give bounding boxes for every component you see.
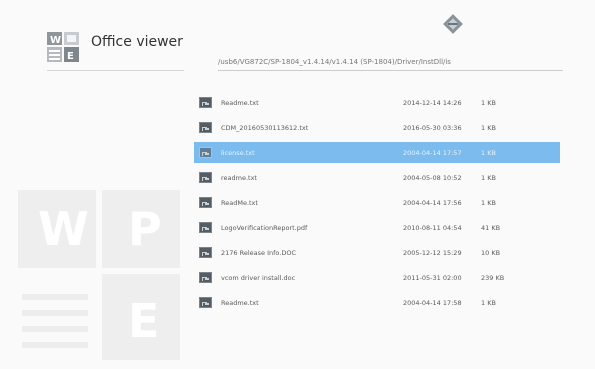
- file-row-selected[interactable]: license.txt 2004-04-14 17:57 1 KB: [194, 142, 560, 163]
- file-date: 2004-05-08 10:52: [403, 173, 462, 182]
- file-name: vcom driver install.doc: [221, 273, 296, 282]
- file-row[interactable]: Readme.txt 2014-12-14 14:26 1 KB: [194, 92, 560, 113]
- file-name: Readme.txt: [221, 98, 259, 107]
- document-file-icon: [199, 272, 212, 283]
- watermark-letter-w: W: [38, 202, 89, 256]
- file-name: 2176 Release Info.DOC: [221, 248, 296, 257]
- file-name: LogoVerificationReport.pdf: [221, 223, 308, 232]
- file-date: 2004-04-14 17:58: [403, 298, 462, 307]
- app-title: Office viewer: [91, 34, 183, 50]
- file-date: 2016-05-30 03:36: [403, 123, 462, 132]
- current-path: /usb6/VG872C/SP-1804_v1.4.14/v1.4.14 (SP…: [218, 58, 451, 66]
- file-size: 1 KB: [481, 198, 496, 207]
- document-file-icon: [199, 147, 212, 158]
- file-size: 1 KB: [481, 148, 496, 157]
- file-name: Readme.txt: [221, 298, 259, 307]
- file-row[interactable]: readme.txt 2004-05-08 10:52 1 KB: [194, 167, 560, 188]
- file-size: 239 KB: [481, 273, 505, 282]
- document-file-icon: [199, 172, 212, 183]
- document-file-icon: [199, 197, 212, 208]
- file-date: 2011-05-31 02:00: [403, 273, 462, 282]
- file-row[interactable]: ReadMe.txt 2004-04-14 17:56 1 KB: [194, 192, 560, 213]
- document-file-icon: [199, 297, 212, 308]
- file-size: 1 KB: [481, 173, 496, 182]
- svg-text:W: W: [50, 35, 61, 46]
- path-divider: [218, 70, 563, 71]
- svg-text:E: E: [67, 51, 74, 62]
- file-name: license.txt: [221, 148, 255, 157]
- document-file-icon: [199, 247, 212, 258]
- file-name: CDM_20160530113612.txt: [221, 123, 309, 132]
- file-size: 1 KB: [481, 298, 496, 307]
- file-date: 2004-04-14 17:56: [403, 198, 462, 207]
- file-date: 2004-04-14 17:57: [403, 148, 462, 157]
- file-row[interactable]: Readme.txt 2004-04-14 17:58 1 KB: [194, 292, 560, 313]
- file-date: 2010-08-11 04:54: [403, 223, 462, 232]
- watermark-letter-p: P: [128, 202, 162, 256]
- office-viewer-logo-icon: W E: [47, 32, 79, 62]
- file-size: 41 KB: [481, 223, 501, 232]
- document-file-icon: [199, 97, 212, 108]
- file-size: 1 KB: [481, 98, 496, 107]
- diamond-badge-icon: [443, 14, 463, 34]
- file-name: readme.txt: [221, 173, 257, 182]
- document-file-icon: [199, 122, 212, 133]
- file-size: 1 KB: [481, 123, 496, 132]
- file-size: 10 KB: [481, 248, 501, 257]
- title-divider: [47, 70, 184, 71]
- file-list: Readme.txt 2014-12-14 14:26 1 KB CDM_201…: [194, 92, 560, 317]
- file-row[interactable]: 2176 Release Info.DOC 2005-12-12 15:29 1…: [194, 242, 560, 263]
- file-date: 2014-12-14 14:26: [403, 98, 462, 107]
- document-file-icon: [199, 222, 212, 233]
- file-date: 2005-12-12 15:29: [403, 248, 462, 257]
- file-row[interactable]: LogoVerificationReport.pdf 2010-08-11 04…: [194, 217, 560, 238]
- file-name: ReadMe.txt: [221, 198, 258, 207]
- file-row[interactable]: CDM_20160530113612.txt 2016-05-30 03:36 …: [194, 117, 560, 138]
- office-viewer-screen: W P E W E Office viewer /usb6/VG872C/SP-…: [0, 0, 595, 369]
- wpe-watermark: W P E: [18, 190, 183, 360]
- file-row[interactable]: vcom driver install.doc 2011-05-31 02:00…: [194, 267, 560, 288]
- watermark-letter-e: E: [128, 294, 160, 348]
